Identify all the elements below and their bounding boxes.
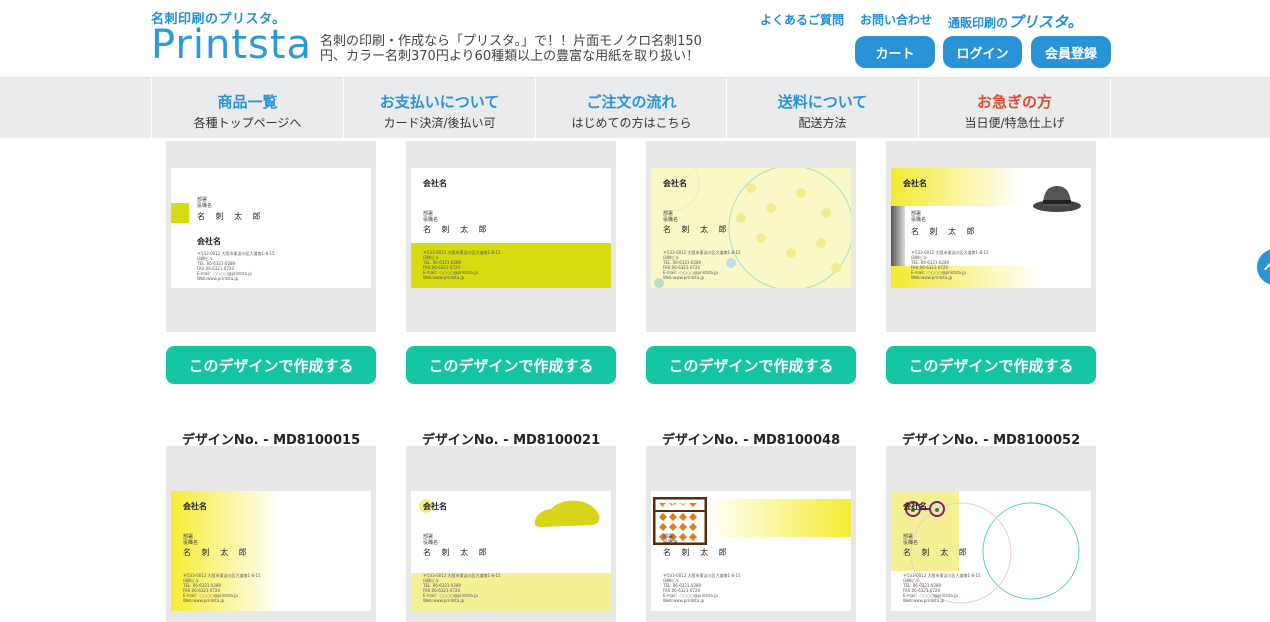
nav-subtitle: 各種トップページへ (193, 116, 302, 130)
brand-name: プリスタ。 (1008, 13, 1083, 31)
card-address: 〒533-0012 大阪市東淀川区大道南1-8-15 印刷ビル TEL. 06-63… (663, 573, 741, 603)
card-address: 〒533-0012 大阪市東淀川区大道南1-8-15 印刷ビル TEL. 06-63… (197, 251, 275, 281)
card-dept: 部署 役職名 (183, 534, 199, 546)
business-card-image: 会社名 部署 役職名 名 刺 太 郎 〒533-0012 大阪市東淀川区大道南1-… (411, 168, 611, 288)
card-name: 名 刺 太 郎 (423, 225, 491, 234)
card-name: 名 刺 太 郎 (423, 548, 491, 557)
scroll-to-top-button[interactable] (1257, 249, 1270, 285)
card-address: 〒533-0012 大阪市東淀川区大道南1-8-15 印刷ビル TEL. 06-63… (423, 573, 501, 603)
yellow-gradient (706, 499, 851, 537)
card-name: 名 刺 太 郎 (663, 225, 731, 234)
nav-title: ご注文の流れ (586, 93, 677, 111)
business-card-image: 会社名 部署 役職名 名 刺 太 郎 〒533-0012 大阪市東淀川区大道南1-… (891, 168, 1091, 288)
nav-title: お急ぎの方 (976, 93, 1052, 111)
design-preview[interactable]: 会社名 部署 役職名 名 刺 太 郎 〒533-0012 大阪市東淀川区大道南1-… (646, 446, 856, 622)
contact-link[interactable]: お問い合わせ (860, 11, 932, 32)
design-preview[interactable]: 会社名 部署 役職名 名 刺 太 郎 〒533-0012 大阪市東淀川区大道南1-… (886, 141, 1096, 332)
gray-bar (891, 206, 905, 266)
card-company: 会社名 (903, 502, 927, 511)
card-address: 〒533-0012 大阪市東淀川区大道南1-8-15 印刷ビル TEL. 06-63… (903, 573, 981, 603)
top-links: よくあるご質問 お問い合わせ 通販印刷のプリスタ。 (760, 11, 1083, 32)
card-dept: 部署 役職名 (423, 534, 439, 546)
accent-block (171, 203, 189, 223)
card-address: 〒533-0012 大阪市東淀川区大道南1-8-15 印刷ビル TEL. 06-63… (663, 250, 741, 280)
nav-order-flow[interactable]: ご注文の流れ はじめての方はこちら (535, 78, 727, 138)
hat-icon (1033, 186, 1081, 212)
card-dept: 部署 役職名 (663, 534, 679, 546)
login-button[interactable]: ログイン (943, 36, 1022, 68)
card-company: 会社名 (663, 502, 687, 511)
nav-title: 商品一覧 (217, 93, 278, 111)
business-card-image: 会社名 部署 役職名 名 刺 太 郎 〒533-0012 大阪市東淀川区大道南1-… (651, 491, 851, 611)
design-preview[interactable]: 部署 役職名 名 刺 太 郎 会社名 〒533-0012 大阪市東淀川区大道南1-… (166, 141, 376, 332)
nav-subtitle: 当日便/特急仕上げ (964, 116, 1065, 130)
card-dept: 部署 役職名 (903, 534, 919, 546)
card-address: 〒533-0012 大阪市東淀川区大道南1-8-15 印刷ビル TEL. 06-63… (911, 250, 989, 280)
design-preview[interactable]: 会社名 部署 役職名 名 刺 太 郎 〒533-0012 大阪市東淀川区大道南1-… (166, 446, 376, 622)
design-preview[interactable]: 会社名 部署 役職名 名 刺 太 郎 〒533-0012 大阪市東淀川区大道南1-… (646, 141, 856, 332)
brand-prefix: 通販印刷の (948, 16, 1009, 30)
card-name: 名 刺 太 郎 (663, 548, 731, 557)
card-company: 会社名 (197, 237, 221, 246)
card-company: 会社名 (423, 179, 447, 188)
card-name: 名 刺 太 郎 (183, 548, 251, 557)
card-company: 会社名 (663, 179, 687, 188)
nav-products[interactable]: 商品一覧 各種トップページへ (151, 78, 343, 138)
design-preview[interactable]: 会社名 部署 役職名 名 刺 太 郎 〒533-0012 大阪市東淀川区大道南1-… (886, 446, 1096, 622)
nav-subtitle: 配送方法 (798, 116, 847, 130)
main-nav: 商品一覧 各種トップページへ お支払いについて カード決済/後払い可 ご注文の流… (0, 78, 1270, 138)
create-design-button[interactable]: このデザインで作成する (406, 346, 616, 384)
business-card-image: 会社名 部署 役職名 名 刺 太 郎 〒533-0012 大阪市東淀川区大道南1-… (651, 168, 851, 288)
card-dept: 部署 役職名 (197, 197, 213, 209)
card-dept: 部署 役職名 (663, 211, 679, 223)
nav-title: お支払いについて (379, 93, 500, 111)
card-company: 会社名 (423, 502, 447, 511)
nav-shipping[interactable]: 送料について 配送方法 (726, 78, 918, 138)
design-preview[interactable]: 会社名 部署 役職名 名 刺 太 郎 〒533-0012 大阪市東淀川区大道南1-… (406, 141, 616, 332)
nav-payment[interactable]: お支払いについて カード決済/後払い可 (343, 78, 535, 138)
card-name: 名 刺 太 郎 (911, 227, 979, 236)
faq-link[interactable]: よくあるご質問 (760, 11, 844, 32)
create-design-button[interactable]: このデザインで作成する (646, 346, 856, 384)
card-address: 〒533-0012 大阪市東淀川区大道南1-8-15 印刷ビル TEL. 06-63… (423, 250, 501, 280)
site-description: 名刺の印刷・作成なら「プリスタ。」で！！片面モノクロ名刺150円、カラー名刺37… (320, 34, 702, 64)
nav-subtitle: はじめての方はこちら (571, 116, 692, 130)
site-logo[interactable]: Printsta (151, 22, 312, 68)
business-card-image: 会社名 部署 役職名 名 刺 太 郎 〒533-0012 大阪市東淀川区大道南1-… (171, 491, 371, 611)
card-dept: 部署 役職名 (423, 211, 439, 223)
register-button[interactable]: 会員登録 (1031, 36, 1111, 68)
nav-divider (1110, 78, 1111, 138)
card-name: 名 刺 太 郎 (903, 548, 971, 557)
nav-urgent[interactable]: お急ぎの方 当日便/特急仕上げ (918, 78, 1110, 138)
car-icon (534, 500, 600, 527)
card-address: 〒533-0012 大阪市東淀川区大道南1-8-15 印刷ビル TEL. 06-63… (183, 573, 261, 603)
cart-button[interactable]: カート (855, 36, 935, 68)
card-name: 名 刺 太 郎 (197, 212, 265, 221)
card-company: 会社名 (183, 502, 207, 511)
card-dept: 部署 役職名 (911, 211, 927, 223)
nav-subtitle: カード決済/後払い可 (383, 116, 496, 130)
card-company: 会社名 (903, 179, 927, 188)
business-card-image: 会社名 部署 役職名 名 刺 太 郎 〒533-0012 大阪市東淀川区大道南1-… (891, 491, 1091, 611)
design-preview[interactable]: 会社名 部署 役職名 名 刺 太 郎 〒533-0012 大阪市東淀川区大道南1-… (406, 446, 616, 622)
business-card-image: 会社名 部署 役職名 名 刺 太 郎 〒533-0012 大阪市東淀川区大道南1-… (411, 491, 611, 611)
site-header: 名刺印刷のプリスタ。 Printsta 名刺の印刷・作成なら「プリスタ。」で！！… (0, 0, 1270, 78)
nav-title: 送料について (777, 93, 868, 111)
business-card-image: 部署 役職名 名 刺 太 郎 会社名 〒533-0012 大阪市東淀川区大道南1-… (171, 168, 371, 288)
create-design-button[interactable]: このデザインで作成する (166, 346, 376, 384)
create-design-button[interactable]: このデザインで作成する (886, 346, 1096, 384)
brand-link[interactable]: 通販印刷のプリスタ。 (948, 11, 1083, 32)
